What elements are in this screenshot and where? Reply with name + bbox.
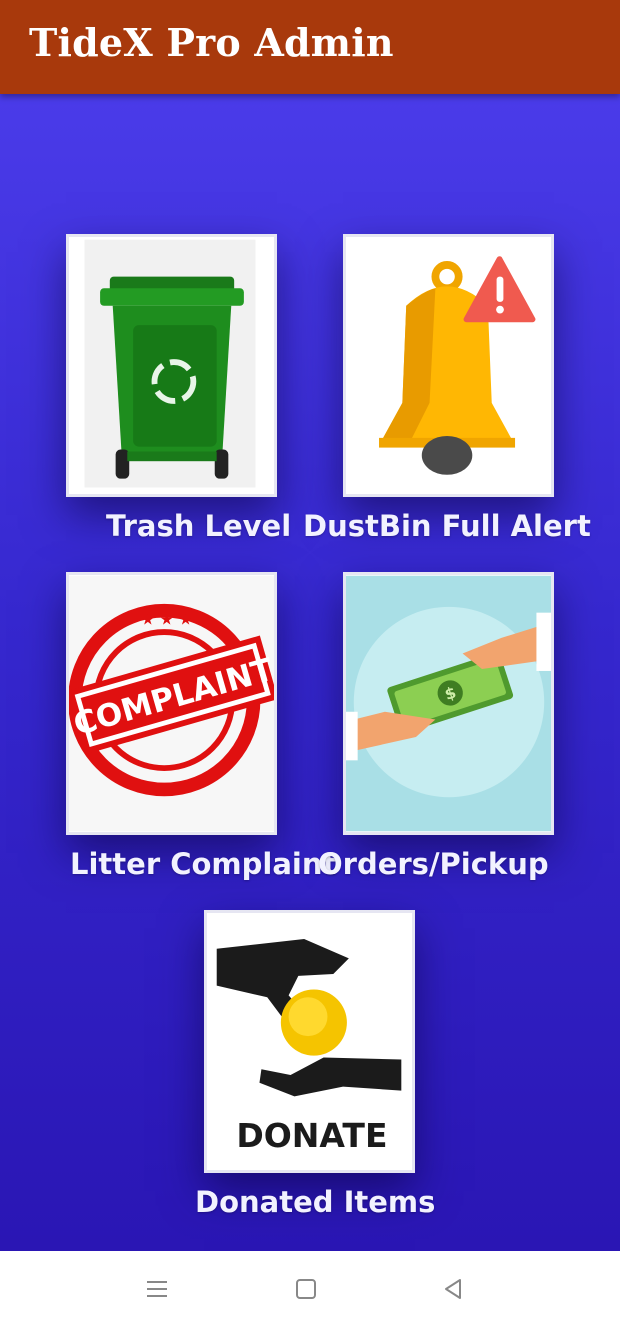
bell-alert-icon (346, 237, 551, 494)
donate-image-text: DONATE (236, 1116, 387, 1155)
dustbin-alert-label[interactable]: DustBin Full Alert (303, 509, 591, 543)
donate-hands-icon: DONATE (207, 913, 412, 1170)
system-nav-bar (0, 1251, 620, 1328)
home-button[interactable] (288, 1271, 324, 1307)
trash-bin-icon (84, 239, 256, 488)
orders-pickup-tile[interactable]: $ (343, 572, 554, 835)
trash-level-tile[interactable] (66, 234, 277, 497)
complaint-stamp-icon: COMPLAINT ★ ★ ★ (69, 575, 274, 832)
back-triangle-icon (445, 1279, 461, 1299)
money-handover-icon: $ (346, 575, 551, 832)
donated-items-tile[interactable]: DONATE (204, 910, 415, 1173)
back-button[interactable] (435, 1271, 471, 1307)
dustbin-alert-tile[interactable] (343, 234, 554, 497)
dashboard-grid: Trash Level DustBin Full Alert COMPLAINT (0, 94, 620, 1251)
home-square-icon (296, 1279, 316, 1299)
menu-icon (147, 1281, 167, 1297)
app-bar: TideX Pro Admin (0, 0, 620, 94)
svg-text:★ ★ ★: ★ ★ ★ (141, 610, 193, 628)
app-title: TideX Pro Admin (29, 20, 394, 65)
litter-complaint-tile[interactable]: COMPLAINT ★ ★ ★ (66, 572, 277, 835)
litter-complaint-label[interactable]: Litter Complaint (70, 847, 336, 881)
trash-level-label[interactable]: Trash Level (106, 509, 291, 543)
menu-button[interactable] (139, 1271, 175, 1307)
orders-pickup-label[interactable]: Orders/Pickup (318, 847, 549, 881)
donated-items-label[interactable]: Donated Items (195, 1185, 435, 1219)
